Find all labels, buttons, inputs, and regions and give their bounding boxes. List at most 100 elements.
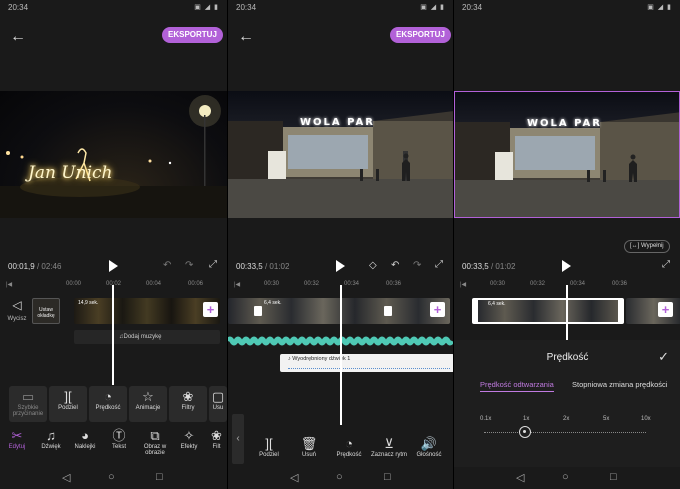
status-bar: 20:34 ▣ ◢ ▮ bbox=[228, 0, 453, 20]
clip-duration: 6,4 sek. bbox=[264, 300, 282, 306]
speed-slider-track[interactable] bbox=[484, 432, 646, 433]
skip-start-icon[interactable]: |◀ bbox=[6, 281, 12, 288]
tool-split[interactable]: ][ Podziel bbox=[250, 436, 288, 458]
pip-icon: ⧉ bbox=[150, 428, 160, 443]
playhead[interactable] bbox=[566, 285, 568, 340]
video-preview[interactable]: Jan Unich bbox=[0, 91, 227, 218]
add-clip-button[interactable]: + bbox=[658, 302, 673, 317]
tab-text[interactable]: Ⓣ Tekst bbox=[102, 428, 136, 450]
keyframe-icon[interactable]: ◇ bbox=[369, 260, 377, 271]
play-icon[interactable] bbox=[108, 260, 118, 272]
tool-delete[interactable]: 🗑 Usuń bbox=[290, 436, 328, 458]
status-bar: 20:34 ▣ ◢ ▮ bbox=[454, 0, 680, 20]
editor-screen-2: 20:34 ▣ ◢ ▮ ← EKSPORTUJ WOLA PAR 00:33,5… bbox=[227, 0, 453, 489]
effects-icon: ✧ bbox=[183, 428, 195, 443]
extracted-audio-track[interactable]: ♪ Wyodrębniony dźwięk 1 bbox=[280, 354, 453, 372]
nav-recents-icon[interactable]: □ bbox=[384, 471, 391, 483]
mute-control[interactable]: ◁ Wycisz bbox=[6, 298, 28, 322]
mall-scene-image bbox=[228, 111, 453, 218]
tool-speed[interactable]: ◔ Prędkość bbox=[89, 386, 127, 422]
speed-slider-thumb[interactable] bbox=[519, 426, 531, 438]
tool-volume[interactable]: 🔊 Głośność bbox=[410, 436, 448, 458]
undo-icon[interactable]: ↶ bbox=[391, 260, 399, 271]
skip-start-icon[interactable]: |◀ bbox=[234, 281, 240, 288]
set-cover-button[interactable]: Ustaw okładkę bbox=[32, 298, 60, 324]
undo-icon[interactable]: ↶ bbox=[163, 260, 171, 271]
transition-marker[interactable] bbox=[384, 306, 392, 316]
clip-trim-handle-right[interactable] bbox=[618, 298, 624, 324]
nav-recents-icon[interactable]: □ bbox=[610, 471, 617, 483]
video-preview[interactable]: WOLA PAR bbox=[228, 91, 453, 218]
beat-icon: ⊻ bbox=[384, 436, 394, 451]
ruler-tick: 00:34 bbox=[570, 281, 586, 287]
tab-gradual-speed[interactable]: Stopniowa zmiana prędkości bbox=[572, 380, 667, 389]
export-button[interactable]: EKSPORTUJ bbox=[162, 27, 223, 43]
tool-label: Usu bbox=[212, 405, 224, 411]
redo-icon[interactable]: ↷ bbox=[413, 260, 421, 271]
status-icons: ▣ ◢ ▮ bbox=[647, 4, 672, 11]
playback-bar: 00:33,5 / 01:02 ◇ ↶ ↷ ⤢ bbox=[228, 258, 453, 274]
tool-delete[interactable]: ▢ Usu bbox=[209, 386, 227, 422]
tab-effects[interactable]: ✧ Efekty bbox=[172, 428, 206, 450]
nav-home-icon[interactable]: ○ bbox=[336, 471, 343, 483]
clip-trim-handle-left[interactable] bbox=[472, 298, 478, 324]
nav-back-icon[interactable]: ◁ bbox=[290, 471, 298, 484]
trim-icon: ▭ bbox=[21, 389, 35, 404]
clip-duration: 14,9 sek. bbox=[78, 300, 99, 306]
tab-filters[interactable]: ❀ Filt bbox=[206, 428, 227, 450]
tool-split[interactable]: ][ Podziel bbox=[49, 386, 87, 422]
back-arrow-icon[interactable]: ← bbox=[238, 28, 254, 46]
playhead[interactable] bbox=[112, 285, 114, 385]
playhead[interactable] bbox=[340, 285, 342, 425]
transition-marker[interactable] bbox=[254, 306, 262, 316]
export-button[interactable]: EKSPORTUJ bbox=[390, 27, 451, 43]
playback-bar: 00:33,5 / 01:02 ⤢ bbox=[454, 258, 680, 274]
split-icon: ][ bbox=[64, 389, 72, 404]
nav-home-icon[interactable]: ○ bbox=[108, 471, 115, 483]
video-clip-track[interactable]: 14,9 sek. bbox=[74, 298, 220, 324]
mall-scene-image bbox=[455, 112, 679, 217]
fullscreen-icon[interactable]: ⤢ bbox=[662, 259, 670, 270]
skip-start-icon[interactable]: |◀ bbox=[460, 281, 466, 288]
tool-speed[interactable]: ◔ Prędkość bbox=[330, 436, 368, 458]
confirm-check-icon[interactable]: ✓ bbox=[658, 349, 669, 365]
add-music-track[interactable]: ♫Dodaj muzykę bbox=[74, 330, 220, 344]
slider-thumb-dot bbox=[523, 430, 526, 433]
add-clip-button[interactable]: + bbox=[203, 302, 218, 317]
total-time: / 01:02 bbox=[264, 262, 290, 271]
play-icon[interactable] bbox=[335, 260, 345, 272]
video-preview[interactable]: WOLA PAR bbox=[454, 91, 680, 218]
tab-playback-speed[interactable]: Prędkość odtwarzania bbox=[480, 380, 554, 392]
status-bar: 20:34 ▣ ◢ ▮ bbox=[0, 0, 227, 20]
redo-icon[interactable]: ↷ bbox=[185, 260, 193, 271]
ruler-tick: 00:00 bbox=[66, 281, 82, 287]
tab-stickers[interactable]: ◕ Naklejki bbox=[68, 428, 102, 450]
ruler-tick: 00:04 bbox=[146, 281, 162, 287]
nav-recents-icon[interactable]: □ bbox=[156, 471, 163, 483]
back-arrow-icon[interactable]: ← bbox=[10, 28, 26, 46]
delete-icon: ▢ bbox=[211, 389, 225, 404]
fullscreen-icon[interactable]: ⤢ bbox=[209, 259, 217, 270]
tool-animation[interactable]: ☆ Animacje bbox=[129, 386, 167, 422]
video-clip-track[interactable]: 6,4 sek. bbox=[228, 298, 450, 324]
tool-quick-trim[interactable]: ▭ Szybkie przycinanie bbox=[9, 386, 47, 422]
add-clip-button[interactable]: + bbox=[430, 302, 445, 317]
tool-filters[interactable]: ❀ Filtry bbox=[169, 386, 207, 422]
nav-back-icon[interactable]: ◁ bbox=[516, 471, 524, 484]
tab-picture-in-picture[interactable]: ⧉ Obraz w obrazie bbox=[136, 428, 174, 456]
speed-icon: ◔ bbox=[104, 389, 112, 404]
scissors-icon: ✂ bbox=[11, 428, 23, 443]
tab-label: Efekty bbox=[180, 444, 198, 450]
tab-sound[interactable]: ♫ Dźwięk bbox=[34, 428, 68, 450]
filter-icon: ❀ bbox=[211, 428, 222, 443]
play-icon[interactable] bbox=[562, 260, 571, 272]
fill-button[interactable]: [↔] Wypełnij bbox=[624, 240, 670, 253]
tool-mark-beat[interactable]: ⊻ Zaznacz rytm bbox=[370, 436, 408, 458]
android-nav-bar: ◁ ○ □ bbox=[0, 467, 227, 489]
nav-back-icon[interactable]: ◁ bbox=[62, 471, 70, 484]
nav-home-icon[interactable]: ○ bbox=[562, 471, 569, 483]
editor-screen-3: 20:34 ▣ ◢ ▮ WOLA PAR [↔] Wypełnij 00:33,… bbox=[453, 0, 680, 489]
selected-video-clip[interactable]: 6,4 sek. bbox=[474, 298, 622, 324]
fullscreen-icon[interactable]: ⤢ bbox=[435, 259, 443, 270]
tab-edit[interactable]: ✂ Edytuj bbox=[0, 428, 34, 450]
